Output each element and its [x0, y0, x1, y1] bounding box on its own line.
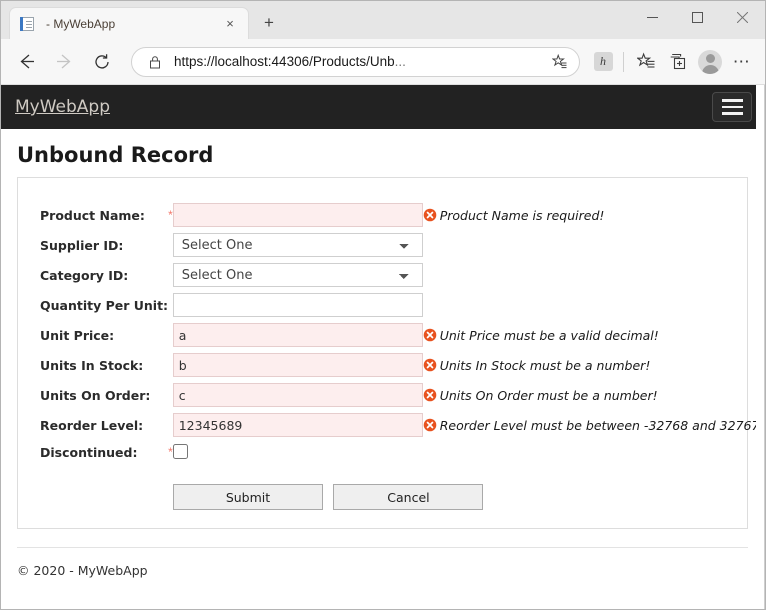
hamburger-menu-icon[interactable]	[712, 92, 752, 122]
units-in-stock-input[interactable]	[172, 353, 423, 377]
scrollbar-track[interactable]	[756, 85, 764, 609]
units-on-order-input[interactable]	[172, 383, 423, 407]
form-row-quantity-per-unit: Quantity Per Unit:	[40, 290, 759, 320]
error-circle-x-icon	[423, 388, 437, 402]
label-units-on-order: Units On Order:	[40, 387, 151, 403]
error-text: Unit Price must be a valid decimal!	[439, 327, 659, 343]
tab-close-icon[interactable]: ×	[220, 14, 240, 34]
browser-tab[interactable]: - MyWebApp ×	[9, 7, 249, 39]
form-row-discontinued: Discontinued: *	[40, 440, 759, 464]
error-product-name: Product Name is required!	[423, 208, 760, 223]
forward-arrow-icon	[47, 45, 81, 79]
form-row-product-name: Product Name: * Product Name is required…	[40, 200, 759, 230]
browser-toolbar: https://localhost:44306/Products/Unb... …	[1, 39, 765, 85]
form-row-units-on-order: Units On Order: Units On Order must be a	[40, 380, 759, 410]
error-circle-x-icon	[423, 208, 437, 222]
minimize-icon[interactable]	[630, 1, 675, 33]
error-unit-price: Unit Price must be a valid decimal!	[423, 328, 760, 343]
title-bar: - MyWebApp × +	[1, 1, 765, 39]
unit-price-input[interactable]	[172, 323, 423, 347]
url-text: https://localhost:44306/Products/Unb...	[174, 54, 547, 69]
reorder-level-input[interactable]	[172, 413, 423, 437]
page-viewport: MyWebApp Unbound Record Product Name: *	[1, 85, 765, 609]
favorites-icon[interactable]	[631, 47, 661, 77]
url-ellipsis: ...	[394, 54, 406, 69]
window-controls	[630, 1, 765, 33]
form-row-supplier-id: Supplier ID: Select One	[40, 230, 759, 260]
form-buttons: Submit Cancel	[173, 484, 747, 510]
category-id-select[interactable]: Select One	[172, 263, 423, 287]
label-reorder-level: Reorder Level:	[40, 417, 144, 433]
add-favorite-star-icon[interactable]	[547, 53, 573, 70]
error-text: Product Name is required!	[439, 207, 605, 223]
more-options-icon[interactable]: ⋯	[727, 47, 757, 77]
tab-strip: - MyWebApp × +	[1, 1, 285, 39]
label-product-name: Product Name:	[40, 207, 145, 223]
avatar	[698, 49, 722, 74]
document-icon	[20, 16, 36, 32]
error-text: Units In Stock must be a number!	[439, 357, 651, 373]
form-row-reorder-level: Reorder Level: Reorder Level must be bet	[40, 410, 759, 440]
error-units-on-order: Units On Order must be a number!	[423, 388, 760, 403]
cancel-button[interactable]: Cancel	[333, 484, 484, 510]
site-navbar: MyWebApp	[1, 85, 764, 129]
address-bar[interactable]: https://localhost:44306/Products/Unb...	[131, 46, 580, 77]
supplier-id-select[interactable]: Select One	[172, 233, 423, 257]
back-arrow-icon[interactable]	[9, 45, 43, 79]
toolbar-divider	[623, 51, 624, 72]
error-circle-x-icon	[423, 358, 437, 372]
close-icon[interactable]	[720, 1, 765, 33]
new-tab-button[interactable]: +	[253, 8, 285, 38]
form-row-unit-price: Unit Price: Unit Price must be a valid d	[40, 320, 759, 350]
page-content: Unbound Record Product Name: * Product N…	[1, 129, 764, 609]
page-title: Unbound Record	[17, 143, 214, 167]
product-name-input[interactable]	[172, 203, 423, 227]
error-reorder-level: Reorder Level must be between -32768 and…	[423, 417, 760, 433]
lock-icon	[146, 55, 164, 69]
error-text: Units On Order must be a number!	[439, 387, 658, 403]
label-discontinued: Discontinued:	[40, 444, 138, 460]
label-category-id: Category ID:	[40, 267, 129, 283]
error-units-in-stock: Units In Stock must be a number!	[423, 358, 760, 373]
error-circle-x-icon	[423, 328, 437, 342]
form-row-category-id: Category ID: Select One	[40, 260, 759, 290]
tab-title: - MyWebApp	[46, 16, 116, 31]
brand-link[interactable]: MyWebApp	[15, 97, 110, 117]
maximize-icon[interactable]	[675, 1, 720, 33]
browser-window: - MyWebApp × + https://localhost:44306/P…	[0, 0, 766, 610]
reload-icon[interactable]	[85, 45, 119, 79]
url-main: https://localhost:44306/Products/Unb	[174, 54, 395, 69]
footer-text: © 2020 - MyWebApp	[17, 563, 148, 578]
ellipsis-glyph: ⋯	[732, 52, 752, 71]
unbound-record-form: Product Name: * Product Name is required…	[40, 200, 759, 464]
discontinued-checkbox[interactable]	[172, 444, 188, 460]
label-quantity-per-unit: Quantity Per Unit:	[40, 297, 169, 313]
label-units-in-stock: Units In Stock:	[40, 357, 144, 373]
extension-icon[interactable]: h	[588, 47, 618, 77]
form-row-units-in-stock: Units In Stock: Units In Stock must be a	[40, 350, 759, 380]
profile-avatar-icon[interactable]	[695, 47, 725, 77]
extension-badge-label: h	[593, 52, 613, 71]
form-card: Product Name: * Product Name is required…	[17, 177, 759, 529]
label-unit-price: Unit Price:	[40, 327, 115, 343]
error-text: Reorder Level must be between -32768 and…	[439, 417, 760, 433]
collections-icon[interactable]	[663, 47, 693, 77]
submit-button[interactable]: Submit	[173, 484, 323, 510]
quantity-per-unit-input[interactable]	[172, 293, 423, 317]
error-circle-x-icon	[423, 418, 437, 432]
label-supplier-id: Supplier ID:	[40, 237, 124, 253]
